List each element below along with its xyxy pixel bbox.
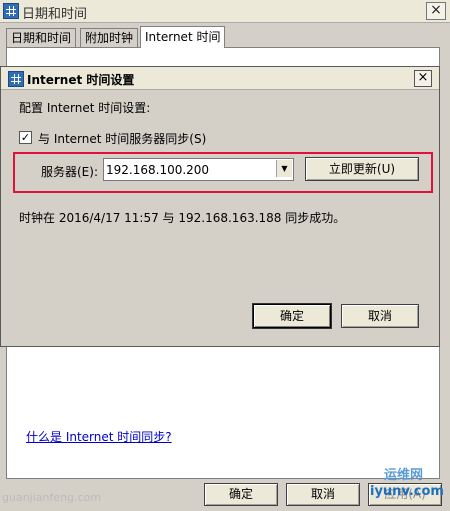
- window-titlebar: 日期和时间 ×: [0, 0, 450, 23]
- watermark-text: guanjianfeng.com: [2, 491, 102, 504]
- window-title: 日期和时间: [22, 7, 88, 22]
- tab-date-time[interactable]: 日期和时间: [6, 28, 77, 47]
- watermark-logo: 运维网 iyunv.com: [364, 458, 446, 508]
- dialog-title: Internet 时间设置: [27, 73, 135, 87]
- server-combobox[interactable]: ▼: [103, 158, 294, 181]
- update-now-button[interactable]: 立即更新(U): [305, 157, 419, 181]
- watermark-cn: 运维网: [384, 468, 424, 483]
- dialog-titlebar: Internet 时间设置 ×: [1, 67, 439, 90]
- tab-additional-clocks[interactable]: 附加时钟: [80, 28, 139, 47]
- calendar-icon: [8, 71, 24, 87]
- cancel-button[interactable]: 取消: [286, 483, 360, 506]
- calendar-icon: [3, 3, 19, 19]
- tab-internet-time[interactable]: Internet 时间: [140, 26, 226, 48]
- config-label: 配置 Internet 时间设置:: [19, 101, 151, 115]
- sync-status-text: 时钟在 2016/4/17 11:57 与 192.168.163.188 同步…: [19, 211, 346, 225]
- dialog-close-button[interactable]: ×: [414, 70, 432, 87]
- chevron-down-icon[interactable]: ▼: [276, 160, 292, 177]
- ok-button[interactable]: 确定: [204, 483, 278, 506]
- dialog-cancel-button[interactable]: 取消: [341, 304, 419, 328]
- internet-time-settings-dialog: Internet 时间设置 × 配置 Internet 时间设置: ✓ 与 In…: [0, 66, 440, 347]
- internet-time-help-link[interactable]: 什么是 Internet 时间同步?: [26, 428, 172, 445]
- dialog-ok-button[interactable]: 确定: [253, 304, 331, 328]
- close-button[interactable]: ×: [426, 2, 446, 20]
- sync-checkbox-label: 与 Internet 时间服务器同步(S): [38, 132, 207, 146]
- server-label: 服务器(E):: [41, 165, 98, 179]
- server-input[interactable]: [106, 159, 274, 180]
- date-time-window: 日期和时间 × 日期和时间 附加时钟 Internet 时间 什么是 Inter…: [0, 0, 450, 511]
- sync-checkbox[interactable]: ✓: [19, 131, 32, 144]
- watermark-en: iyunv.com: [370, 484, 444, 499]
